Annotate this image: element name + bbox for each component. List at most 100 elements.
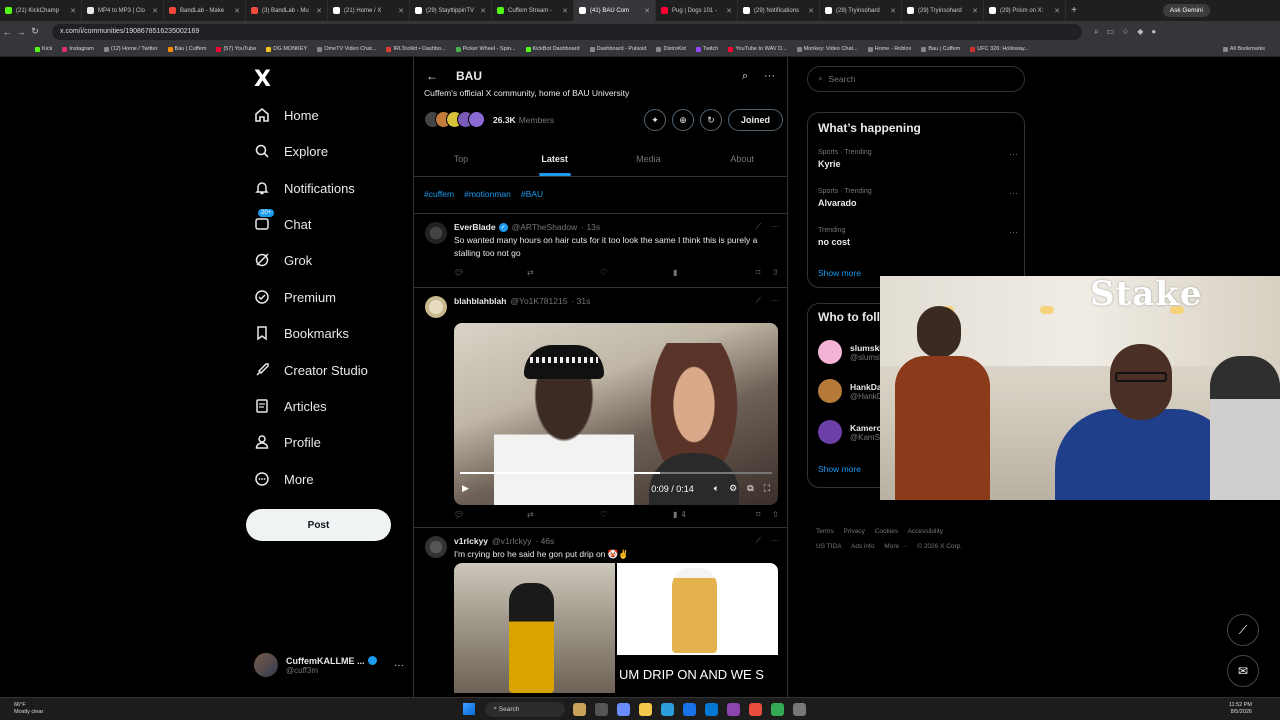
post-author-name[interactable]: v1rlckyy xyxy=(454,536,488,546)
post-time[interactable]: · 46s xyxy=(535,536,554,546)
app-icon[interactable] xyxy=(661,702,675,716)
profile-icon[interactable]: ● xyxy=(1151,27,1156,37)
tab-close-icon[interactable]: ✕ xyxy=(152,7,158,15)
footer-link[interactable]: Accessibility xyxy=(908,528,943,535)
repost-icon[interactable]: ⇄ xyxy=(527,268,600,277)
app-icon[interactable] xyxy=(617,702,631,716)
app-icon[interactable] xyxy=(595,702,609,716)
grok-icon[interactable]: ⟋ xyxy=(755,296,761,306)
forward-arrow-icon[interactable]: → xyxy=(14,27,28,37)
post-author-handle[interactable]: @Yo1K781215 xyxy=(510,296,567,306)
browser-tab[interactable]: (29) Tryinsohard ✕ xyxy=(902,0,984,21)
browser-tab[interactable]: (21) Home / X ✕ xyxy=(328,0,410,21)
system-clock[interactable]: 11:52 PM 8/5/2026 xyxy=(1229,702,1252,716)
tab-close-icon[interactable]: ✕ xyxy=(726,7,732,15)
post-author-handle[interactable]: @ARTheShadow xyxy=(512,222,578,232)
joined-button[interactable]: Joined xyxy=(728,109,784,131)
post-author-name[interactable]: blahblahblah xyxy=(454,296,506,306)
nav-item-grok[interactable]: Grok xyxy=(254,248,312,272)
bookmark-item[interactable]: Bau | Cuffem xyxy=(163,46,212,52)
chat-floating-button[interactable]: ✉ xyxy=(1227,655,1259,687)
bookmark-item[interactable]: IRLToolkit • Dashbo... xyxy=(381,46,450,52)
bookmark-item[interactable]: YouTube to WAV D... xyxy=(723,46,791,52)
show-more-link[interactable]: Show more xyxy=(818,268,861,278)
bookmark-item[interactable]: DistroKid xyxy=(651,46,690,52)
browser-tab-active[interactable]: (41) BAU Com ✕ xyxy=(574,0,656,21)
post-author-name[interactable]: EverBlade xyxy=(454,222,496,232)
nav-item-premium[interactable]: Premium xyxy=(254,285,336,309)
community-members[interactable]: 26.3K Members xyxy=(424,111,554,128)
post-button[interactable]: Post xyxy=(246,509,391,541)
app-icon[interactable] xyxy=(793,702,807,716)
more-dots-icon[interactable]: ··· xyxy=(771,536,779,546)
footer-link[interactable]: More ··· xyxy=(884,543,907,550)
nav-item-home[interactable]: Home xyxy=(254,103,319,127)
trend-item[interactable]: Sports · Trending Alvarado ··· xyxy=(818,188,1018,208)
bookmark-item[interactable]: KickBot Dashboard xyxy=(521,46,585,52)
browser-tab[interactable]: (3) BandLab - Mu ✕ xyxy=(246,0,328,21)
tab-close-icon[interactable]: ✕ xyxy=(1054,7,1060,15)
browser-tab[interactable]: (29) StayttippinTV ✕ xyxy=(410,0,492,21)
video-player[interactable]: ▶ 0:09 / 0:14 🔈︎ ⚙ ⧉ ⛶ xyxy=(454,323,778,505)
tab-close-icon[interactable]: ✕ xyxy=(890,7,896,15)
post-author-handle[interactable]: @v1rlckyy xyxy=(492,536,531,546)
more-dots-icon[interactable]: ··· xyxy=(764,70,775,83)
trend-item[interactable]: Sports · Trending Kyrie ··· xyxy=(818,149,1018,169)
bookmark-item[interactable]: (12) Home / Twitter xyxy=(99,46,163,52)
nav-item-chat[interactable]: 20+ Chat xyxy=(254,209,311,236)
back-arrow-icon[interactable]: ← xyxy=(426,69,438,83)
follow-suggestion[interactable]: slumskI @slumsI xyxy=(818,340,882,364)
show-more-link[interactable]: Show more xyxy=(818,464,861,474)
bookmark-item[interactable]: Bau | Cuffem xyxy=(916,46,965,52)
sparkle-icon[interactable]: ✦ xyxy=(644,109,666,131)
tab-close-icon[interactable]: ✕ xyxy=(316,7,322,15)
post-time[interactable]: · 13s xyxy=(581,222,600,232)
bookmark-icon[interactable]: ⌑ xyxy=(756,268,760,277)
tab-top[interactable]: Top xyxy=(414,145,508,176)
volume-icon[interactable]: 🔈︎ xyxy=(714,483,719,494)
bookmark-item[interactable]: (57) YouTube xyxy=(211,46,261,52)
x-logo[interactable]: X xyxy=(254,67,271,92)
browser-tab[interactable]: Cuffem Stream - ✕ xyxy=(492,0,574,21)
reload-icon[interactable]: ↻ xyxy=(28,26,42,37)
nav-item-notifications[interactable]: Notifications xyxy=(254,176,355,200)
tab-close-icon[interactable]: ✕ xyxy=(808,7,814,15)
hashtag-link[interactable]: #cuffem xyxy=(424,189,454,199)
post-media[interactable]: UM DRIP ON AND WE S xyxy=(454,563,778,693)
nav-item-bookmarks[interactable]: Bookmarks xyxy=(254,321,349,345)
app-icon[interactable] xyxy=(771,702,785,716)
media-image-left[interactable] xyxy=(454,563,615,693)
tab-close-icon[interactable]: ✕ xyxy=(972,7,978,15)
follow-suggestion[interactable]: HankDa @HankD xyxy=(818,379,883,403)
browser-tab[interactable]: Pug | Dogs 101 - ✕ xyxy=(656,0,738,21)
app-icon[interactable] xyxy=(683,702,697,716)
grok-icon[interactable]: ⟋ xyxy=(755,536,761,546)
windows-start-icon[interactable] xyxy=(463,703,476,715)
tab-media[interactable]: Media xyxy=(602,145,696,176)
browser-tab[interactable]: (29) Notifications ✕ xyxy=(738,0,820,21)
views-icon[interactable]: ▮ xyxy=(673,268,746,277)
footer-link[interactable]: US TIDA xyxy=(816,543,842,550)
zoom-icon[interactable]: ⌕ xyxy=(1094,27,1098,37)
app-icon[interactable] xyxy=(705,702,719,716)
browser-tab[interactable]: BandLab - Make ✕ xyxy=(164,0,246,21)
add-member-icon[interactable]: ⊕ xyxy=(672,109,694,131)
bookmark-item[interactable]: Monkey: Video Chat... xyxy=(792,46,863,52)
tab-close-icon[interactable]: ✕ xyxy=(398,7,404,15)
media-image-right[interactable]: UM DRIP ON AND WE S xyxy=(617,563,778,693)
browser-tab[interactable]: MP4 to MP3 | Clo ✕ xyxy=(82,0,164,21)
share-icon[interactable]: ⇧ xyxy=(772,510,779,519)
views-icon[interactable]: ▮ 4 xyxy=(673,510,746,519)
hashtag-link[interactable]: #BAU xyxy=(521,189,543,199)
settings-gear-icon[interactable]: ⚙ xyxy=(729,483,737,494)
bookmark-icon[interactable]: ⌑ xyxy=(756,510,760,519)
more-dots-icon[interactable]: ··· xyxy=(1009,149,1018,159)
more-dots-icon[interactable]: ··· xyxy=(771,222,779,232)
url-field[interactable]: x.com/i/communities/1908678516235002169 xyxy=(52,23,1082,40)
account-switcher[interactable]: CuffemKALLME ... @cuff3m ··· xyxy=(254,653,404,677)
app-icon[interactable] xyxy=(749,702,763,716)
footer-link[interactable]: Ads info xyxy=(851,543,875,550)
footer-link[interactable]: Terms xyxy=(816,528,834,535)
post[interactable]: blahblahblah @Yo1K781215 · 31s ⟋ ··· ▶ 0… xyxy=(414,288,787,528)
more-dots-icon[interactable]: ··· xyxy=(394,660,404,671)
